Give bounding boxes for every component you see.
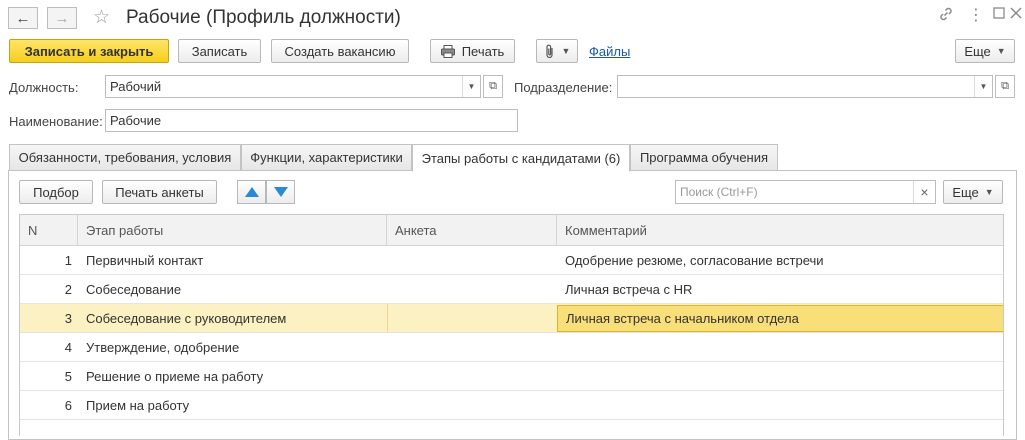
back-button[interactable]: ← xyxy=(8,7,38,29)
name-field[interactable]: Рабочие xyxy=(105,109,518,132)
chevron-down-icon: ▼ xyxy=(561,46,571,56)
chevron-down-icon: ▼ xyxy=(996,46,1006,56)
chevron-down-icon: ▼ xyxy=(984,187,994,197)
arrow-right-icon: → xyxy=(54,9,70,27)
more-label: Еще xyxy=(964,43,991,59)
row-stage: Первичный контакт xyxy=(86,253,204,268)
department-label: Подразделение: xyxy=(514,80,613,95)
arrow-left-icon: ← xyxy=(15,9,31,27)
row-form xyxy=(387,304,557,333)
more-label: Еще xyxy=(952,184,979,200)
print-button[interactable]: Печать xyxy=(430,39,515,63)
print-label: Печать xyxy=(461,43,505,59)
window-title: Рабочие (Профиль должности) xyxy=(126,7,401,28)
attach-button[interactable]: ▼ xyxy=(536,39,578,63)
star-icon[interactable]: ☆ xyxy=(93,6,110,29)
row-comment xyxy=(557,362,1003,391)
row-stage: Решение о приеме на работу xyxy=(86,369,264,384)
search-input[interactable]: Поиск (Ctrl+F) xyxy=(676,185,913,199)
row-number: 2 xyxy=(64,282,72,297)
row-form xyxy=(387,246,557,275)
row-number: 5 xyxy=(64,369,72,384)
position-value: Рабочий xyxy=(110,79,162,94)
table-row[interactable]: 6 Прием на работу xyxy=(20,391,1003,420)
row-comment: Одобрение резюме, согласование встречи xyxy=(565,253,824,268)
tab-candidate-stages[interactable]: Этапы работы с кандидатами (6) xyxy=(412,144,630,172)
row-stage: Собеседование с руководителем xyxy=(86,311,287,326)
column-header-form[interactable]: Анкета xyxy=(387,215,557,246)
position-field[interactable]: Рабочий ▼ xyxy=(105,75,481,98)
row-comment xyxy=(557,391,1003,420)
open-position-button[interactable]: ⧉ xyxy=(483,75,503,98)
open-department-button[interactable]: ⧉ xyxy=(995,75,1015,98)
link-icon[interactable] xyxy=(938,6,954,27)
files-link[interactable]: Файлы xyxy=(589,44,630,59)
print-form-button[interactable]: Печать анкеты xyxy=(102,180,217,204)
table-row[interactable]: 1 Первичный контакт Одобрение резюме, со… xyxy=(20,246,1003,275)
row-comment-focused[interactable]: Личная встреча с начальником отдела xyxy=(557,305,1003,332)
tab-duties[interactable]: Обязанности, требования, условия xyxy=(9,144,241,171)
row-stage: Утверждение, одобрение xyxy=(86,340,240,355)
row-number: 1 xyxy=(64,253,72,268)
tab-training[interactable]: Программа обучения xyxy=(630,144,778,171)
table-row[interactable]: 2 Собеседование Личная встреча с HR xyxy=(20,275,1003,304)
name-label: Наименование: xyxy=(9,114,103,129)
column-header-stage[interactable]: Этап работы xyxy=(78,215,387,246)
stages-table[interactable]: N Этап работы Анкета Комментарий 1 Перви… xyxy=(19,214,1004,436)
row-number: 3 xyxy=(64,311,72,326)
create-vacancy-button[interactable]: Создать вакансию xyxy=(271,39,409,63)
row-comment: Личная встреча с HR xyxy=(565,282,693,297)
row-form xyxy=(387,275,557,304)
forward-button[interactable]: → xyxy=(47,7,77,29)
open-window-icon: ⧉ xyxy=(1001,80,1009,92)
column-header-n[interactable]: N xyxy=(20,215,78,246)
row-number: 6 xyxy=(64,398,72,413)
open-window-icon: ⧉ xyxy=(489,80,497,92)
save-button[interactable]: Записать xyxy=(178,39,261,63)
paperclip-icon xyxy=(544,44,556,59)
table-header: N Этап работы Анкета Комментарий xyxy=(20,215,1003,246)
position-label: Должность: xyxy=(9,80,79,95)
clear-x-icon[interactable]: × xyxy=(913,181,935,203)
arrow-down-icon xyxy=(273,187,288,197)
table-row[interactable]: 4 Утверждение, одобрение xyxy=(20,333,1003,362)
arrow-up-icon xyxy=(244,187,259,197)
stages-more-button[interactable]: Еще ▼ xyxy=(943,180,1003,204)
table-row[interactable]: 5 Решение о приеме на работу xyxy=(20,362,1003,391)
more-button[interactable]: Еще ▼ xyxy=(955,39,1015,63)
move-up-button[interactable] xyxy=(237,180,266,204)
close-icon[interactable] xyxy=(1010,6,1022,24)
department-field[interactable]: ▼ xyxy=(617,75,993,98)
chevron-down-icon[interactable]: ▼ xyxy=(462,76,480,97)
row-form xyxy=(387,362,557,391)
search-field[interactable]: Поиск (Ctrl+F) × xyxy=(675,180,936,204)
row-form xyxy=(387,391,557,420)
maximize-icon[interactable] xyxy=(993,6,1005,24)
row-number: 4 xyxy=(64,340,72,355)
row-stage: Прием на работу xyxy=(86,398,190,413)
name-value: Рабочие xyxy=(110,113,162,128)
row-form xyxy=(387,333,557,362)
pick-button[interactable]: Подбор xyxy=(19,180,93,204)
row-stage: Собеседование xyxy=(86,282,182,297)
printer-icon xyxy=(440,44,455,58)
more-vertical-icon[interactable]: ⋮ xyxy=(968,5,984,25)
save-and-close-button[interactable]: Записать и закрыть xyxy=(9,39,169,63)
column-header-comment[interactable]: Комментарий xyxy=(557,215,1003,246)
move-down-button[interactable] xyxy=(266,180,295,204)
table-row-selected[interactable]: 3 Собеседование с руководителем Личная в… xyxy=(20,304,1003,333)
row-comment xyxy=(557,333,1003,362)
tab-functions[interactable]: Функции, характеристики xyxy=(241,144,412,171)
chevron-down-icon[interactable]: ▼ xyxy=(974,76,992,97)
